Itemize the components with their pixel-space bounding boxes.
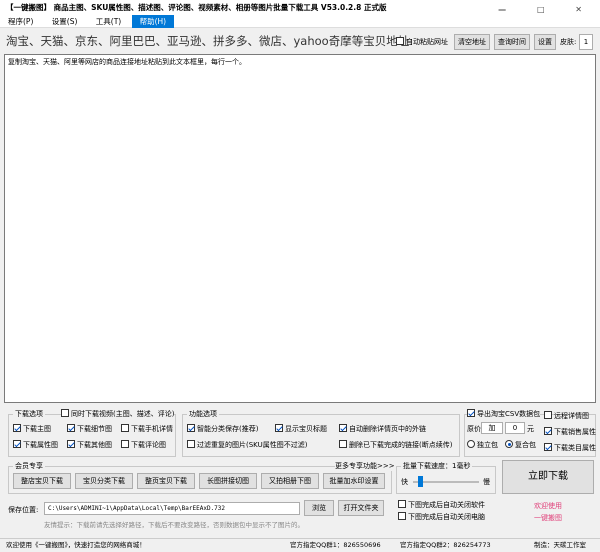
member-title: 会员专享 [13,461,45,471]
speed-value: 1毫秒 [452,462,471,470]
download-other-image-checkbox[interactable]: 下载其他图 [67,440,112,450]
price-op-select[interactable]: 加 [481,422,503,434]
show-title-checkbox[interactable]: 显示宝贝标题 [275,424,327,434]
remote-detail-checkbox[interactable]: 远程详情图 [544,411,589,421]
album-download-button[interactable]: 又拍相册下图 [261,473,319,489]
url-hint-text: 复制淘宝、天猫、阿里等网店的商品连接地址粘贴到此文本框里，每行一个。 [8,58,246,66]
query-time-button[interactable]: 查询时间 [494,34,530,50]
download-comment-image-checkbox[interactable]: 下载评论图 [121,440,166,450]
auto-close-app-checkbox[interactable]: 下图完成后自动关闭软件 [398,500,485,510]
category-attr-checkbox[interactable]: 下载类目属性 [544,443,596,453]
status-maker: 制造：天碳工作室 [534,541,586,549]
speed-slider-thumb[interactable] [417,476,423,487]
more-features-link[interactable]: 更多专享功能>>> [335,461,395,471]
download-mobile-detail-checkbox[interactable]: 下载手机详情 [121,424,173,434]
speed-fast-label: 快 [401,478,408,486]
price-unit: 元 [527,425,534,433]
shop-download-button[interactable]: 整店宝贝下载 [13,473,71,489]
member-group: 会员专享 更多专享功能>>> 整店宝贝下载 宝贝分类下载 整页宝贝下载 长图拼接… [8,461,395,494]
skin-label: 皮肤: [560,38,577,46]
menu-settings[interactable]: 设置(S) [44,15,86,28]
price-label: 原价 [467,425,481,433]
remove-links-checkbox[interactable]: 自动删除详情页中的外链 [339,424,426,434]
window-controls[interactable]: — □ ✕ [498,2,596,15]
status-qq1: 官方指定QQ群1：826550696 [290,541,381,549]
category-download-button[interactable]: 宝贝分类下载 [75,473,133,489]
download-options-title: 下载选项 [13,409,45,419]
function-options-title: 功能选项 [187,409,219,419]
settings-button[interactable]: 设置 [534,34,556,50]
delete-done-links-checkbox[interactable]: 删除已下载完成的链接(断点续传) [339,440,452,450]
skin-spinner[interactable]: 1 [579,34,593,50]
download-options-group: 下载选项 同时下载视频(主图、描述、评论) 下载主图 下载细节图 下载手机详情 … [8,409,176,457]
status-welcome: 欢迎使用《一键搬图》，快速打造您的网络商城！ [6,541,146,549]
save-path-input[interactable]: C:\Users\ADMINI~1\AppData\Local\Temp\Bar… [44,502,300,515]
toolbar: 淘宝、天猫、京东、阿里巴巴、亚马逊、拼多多、微店、yahoo奇摩等宝贝地址: 自… [0,29,600,55]
single-package-radio[interactable]: 独立包 [467,440,498,450]
browse-button[interactable]: 浏览 [304,500,334,516]
menu-program[interactable]: 程序(P) [0,15,41,28]
price-value-input[interactable]: 0 [505,422,525,434]
open-folder-button[interactable]: 打开文件夹 [338,500,384,516]
download-detail-image-checkbox[interactable]: 下载细节图 [67,424,112,434]
clear-address-button[interactable]: 清空地址 [454,34,490,50]
speed-title: 批量下载速度：1毫秒 [401,461,473,471]
sales-attr-checkbox[interactable]: 下载销售属性 [544,427,596,437]
filter-duplicates-checkbox[interactable]: 过滤重复的图片(SKU属性图不过滤) [187,440,307,450]
page-download-button[interactable]: 整页宝贝下载 [137,473,195,489]
status-qq2: 官方指定QQ群2：826254773 [400,541,491,549]
stitch-cut-button[interactable]: 长图拼接切图 [199,473,257,489]
speed-group: 批量下载速度：1毫秒 快 慢 [396,461,496,494]
brand-link[interactable]: 一键搬图 [534,513,562,523]
function-options-group: 功能选项 智能分类保存(推荐) 显示宝贝标题 自动删除详情页中的外链 过滤重复的… [182,409,460,457]
save-location-label: 保存位置: [8,506,39,514]
menu-help[interactable]: 帮助(H) [131,15,175,28]
start-download-button[interactable]: 立即下载 [502,460,594,494]
auto-paste-checkbox[interactable]: 自动粘贴网址 [396,37,448,47]
menu-bar: 程序(P) 设置(S) 工具(T) 帮助(H) [0,15,600,28]
watermark-button[interactable]: 批量加水印设置 [323,473,385,489]
multi-package-radio[interactable]: 复合包 [505,440,536,450]
smart-save-checkbox[interactable]: 智能分类保存(推荐) [187,424,258,434]
auto-shutdown-checkbox[interactable]: 下图完成后自动关闭电脑 [398,512,485,522]
speed-slow-label: 慢 [483,478,490,486]
tip-text: 友情提示：下载前请先选择好路径，下载后不要改变路径，否则数据包中显示不了图片的。 [44,521,304,529]
download-main-image-checkbox[interactable]: 下载主图 [13,424,51,434]
export-csv-checkbox[interactable]: 导出淘宝CSV数据包 [467,409,541,419]
window-title: 【一键搬图】 商品主图、SKU属性图、描述图、评论图、视频素材、相册等图片批量下… [6,3,387,12]
download-attr-image-checkbox[interactable]: 下载属性图 [13,440,58,450]
welcome-text: 欢迎使用 [534,502,562,510]
status-bar: 欢迎使用《一键搬图》，快速打造您的网络商城！ 官方指定QQ群1：82655069… [0,538,600,552]
checkbox-box[interactable] [396,37,404,45]
url-input-area[interactable]: 复制淘宝、天猫、阿里等网店的商品连接地址粘贴到此文本框里，每行一个。 [4,54,596,403]
menu-tools[interactable]: 工具(T) [88,15,129,28]
address-label: 淘宝、天猫、京东、阿里巴巴、亚马逊、拼多多、微店、yahoo奇摩等宝贝地址: [6,34,414,48]
sync-video-checkbox[interactable]: 同时下载视频(主图、描述、评论) [61,409,175,419]
speed-slider-track[interactable] [413,476,479,487]
title-bar: 【一键搬图】 商品主图、SKU属性图、描述图、评论图、视频素材、相册等图片批量下… [0,0,600,15]
